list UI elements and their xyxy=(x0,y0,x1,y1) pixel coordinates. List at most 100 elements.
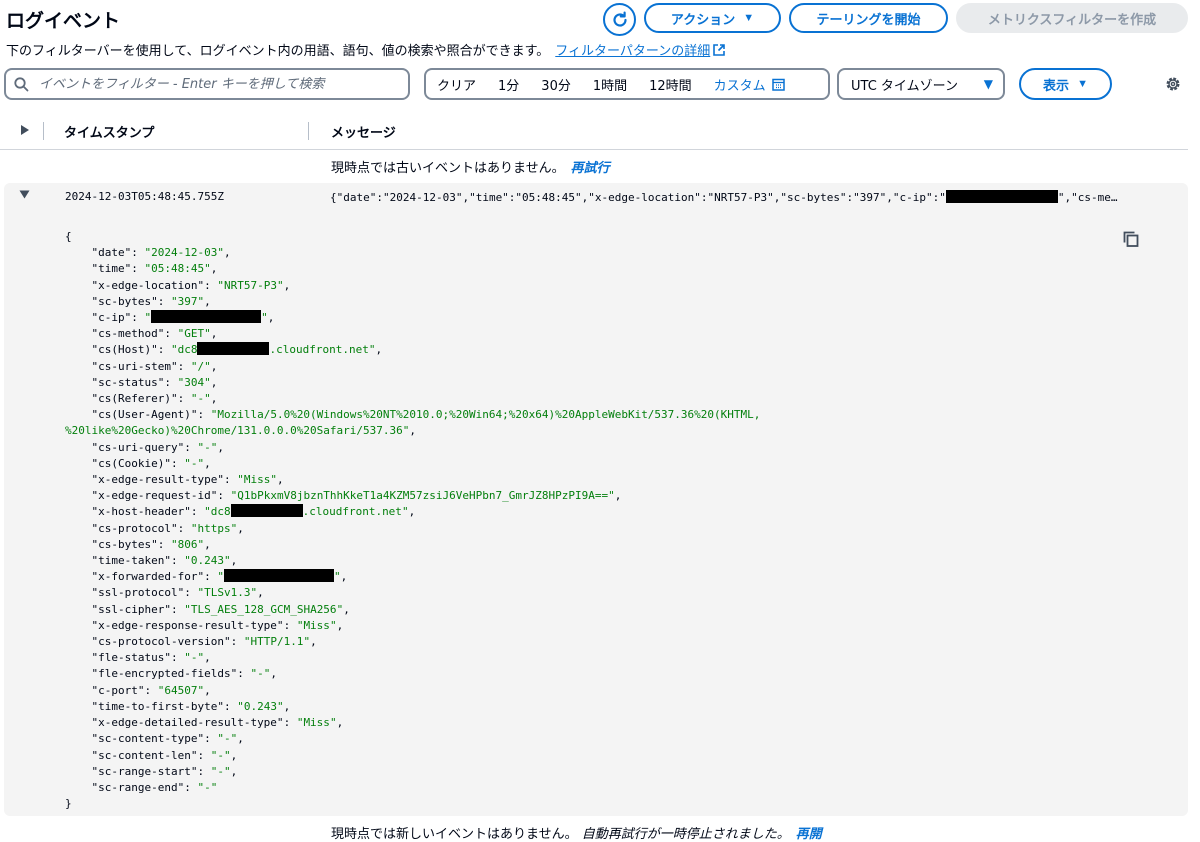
json-field: "cs(Host)": "dc8 .cloudfront.net", xyxy=(91,342,383,357)
json-key: "cs(User-Agent)" xyxy=(91,408,198,422)
json-field: "x-host-header": "dc8 .cloudfront.net", xyxy=(91,504,416,519)
json-field: "sc-range-end": "-" xyxy=(91,780,218,794)
range-clear[interactable]: クリア xyxy=(426,75,487,94)
json-key: "cs-method" xyxy=(91,327,165,341)
json-key: "x-host-header" xyxy=(91,505,191,519)
collapse-icon[interactable] xyxy=(19,190,30,199)
json-value: "-" xyxy=(184,456,205,470)
display-dropdown-button[interactable]: 表示 ▼ xyxy=(1019,68,1112,100)
refresh-button[interactable] xyxy=(603,3,636,36)
event-timestamp: 2024-12-03T05:48:45.755Z xyxy=(65,190,224,203)
json-value: " " xyxy=(144,310,268,325)
column-header-timestamp[interactable]: タイムスタンプ xyxy=(64,122,154,141)
json-value: " " xyxy=(217,569,341,584)
start-tailing-button[interactable]: テーリングを開始 xyxy=(789,3,948,33)
json-field: "c-ip": " ", xyxy=(91,310,275,325)
json-field: "sc-content-type": "-", xyxy=(91,732,244,746)
gear-icon[interactable] xyxy=(1164,75,1182,93)
json-field: "x-edge-detailed-result-type": "Miss", xyxy=(91,716,344,730)
json-field: "cs-protocol-version": "HTTP/1.1", xyxy=(91,635,317,649)
filter-events-field[interactable] xyxy=(4,68,410,100)
log-event-row[interactable]: 2024-12-03T05:48:45.755Z {"date":"2024-1… xyxy=(4,183,1188,816)
retry-link[interactable]: 再試行 xyxy=(571,161,610,176)
json-field: "time-to-first-byte": "0.243", xyxy=(91,699,291,713)
json-value: "-" xyxy=(190,392,211,406)
copy-icon[interactable] xyxy=(1122,230,1140,248)
range-custom-label: カスタム xyxy=(713,78,766,94)
json-key: "time" xyxy=(91,262,132,276)
json-key: "time-to-first-byte" xyxy=(91,699,224,713)
older-events-text: 現時点では古いイベントはありません。 xyxy=(331,161,565,176)
json-field: "date": "2024-12-03", xyxy=(91,246,231,260)
json-key: "fle-encrypted-fields" xyxy=(91,667,238,681)
actions-label: アクション xyxy=(670,11,736,27)
json-value: "-" xyxy=(197,780,218,794)
redaction-block xyxy=(230,504,303,518)
resume-link[interactable]: 再開 xyxy=(796,827,822,842)
newer-events-status: 現時点では新しいイベントはありません。 自動再試行が一時停止されました。 再開 xyxy=(331,823,822,842)
create-metric-filter-button[interactable]: メトリクスフィルターを作成 xyxy=(956,3,1188,33)
filter-pattern-link[interactable]: フィルターパターンの詳細 xyxy=(555,44,726,59)
json-key: "x-forwarded-for" xyxy=(91,570,205,584)
json-field: "c-port": "64507", xyxy=(91,683,211,697)
time-range-selector: クリア 1分 30分 1時間 12時間 カスタム xyxy=(424,68,830,100)
json-value: "-" xyxy=(210,748,231,762)
json-value: "TLS_AES_128_GCM_SHA256" xyxy=(184,602,344,616)
filter-events-input[interactable] xyxy=(37,75,408,93)
json-value: "GET" xyxy=(177,327,211,341)
json-key: "cs-uri-stem" xyxy=(91,359,178,373)
json-value: "/" xyxy=(190,359,211,373)
page-title: ログイベント xyxy=(6,10,121,32)
json-key: "fle-status" xyxy=(91,651,171,665)
redaction-block xyxy=(197,342,270,356)
json-key: "sc-range-end" xyxy=(91,780,185,794)
json-value: "-" xyxy=(217,732,238,746)
json-value: "Q1bPkxmV8jbznThhKkeT1a4KZM57zsiJ6VeHPbn… xyxy=(230,489,615,503)
expand-all-icon[interactable] xyxy=(20,124,30,136)
json-value: "806" xyxy=(170,537,205,551)
caret-down-icon: ▼ xyxy=(1077,78,1088,90)
description: 下のフィルターバーを使用して、ログイベント内の用語、語句、値の検索や照合ができま… xyxy=(6,40,726,59)
json-field: "cs(Referer)": "-", xyxy=(91,392,218,406)
column-divider[interactable] xyxy=(43,122,44,140)
json-field: "x-edge-result-type": "Miss", xyxy=(91,473,284,487)
json-key: "date" xyxy=(91,246,132,260)
json-value: "397" xyxy=(170,294,205,308)
json-field: "cs(Cookie)": "-", xyxy=(91,456,211,470)
json-value: "05:48:45" xyxy=(144,262,211,276)
json-field: "sc-bytes": "397", xyxy=(91,294,211,308)
json-key: "x-edge-detailed-result-type" xyxy=(91,716,284,730)
json-value: "Miss" xyxy=(296,618,337,632)
column-divider[interactable] xyxy=(308,122,309,140)
description-text: 下のフィルターバーを使用して、ログイベント内の用語、語句、値の検索や照合ができま… xyxy=(6,44,550,59)
redaction-block xyxy=(945,190,1058,203)
auto-retry-paused-text: 自動再試行が一時停止されました。 xyxy=(581,827,790,842)
json-field: "cs-uri-stem": "/", xyxy=(91,359,218,373)
json-field: "sc-range-start": "-", xyxy=(91,764,238,778)
json-key: "cs-bytes" xyxy=(91,537,158,551)
json-value: "Miss" xyxy=(296,716,337,730)
actions-dropdown-button[interactable]: アクション ▼ xyxy=(644,3,781,33)
range-1h[interactable]: 1時間 xyxy=(582,75,638,94)
event-summary-end: ","cs-me… xyxy=(1057,191,1118,204)
json-field: "x-forwarded-for": " ", xyxy=(91,569,348,584)
json-key: "c-port" xyxy=(91,683,145,697)
json-field: "cs-bytes": "806", xyxy=(91,537,211,551)
refresh-icon xyxy=(612,11,627,27)
range-12h[interactable]: 12時間 xyxy=(638,75,703,94)
caret-down-icon: ▼ xyxy=(743,12,755,24)
json-value: "304" xyxy=(177,375,211,389)
range-30m[interactable]: 30分 xyxy=(530,75,582,94)
range-1m[interactable]: 1分 xyxy=(487,75,530,94)
redaction-block xyxy=(223,569,334,583)
json-field: "fle-status": "-", xyxy=(91,651,211,665)
column-header-message[interactable]: メッセージ xyxy=(331,122,396,141)
timezone-select[interactable]: UTC タイムゾーン ▼ xyxy=(837,68,1005,100)
range-custom[interactable]: カスタム xyxy=(703,75,796,94)
json-field: "ssl-cipher": "TLS_AES_128_GCM_SHA256", xyxy=(91,602,350,616)
json-value: "TLSv1.3" xyxy=(197,586,258,600)
json-key: "ssl-protocol" xyxy=(91,586,185,600)
json-key: "sc-content-len" xyxy=(91,748,198,762)
json-value: "-" xyxy=(250,667,271,681)
json-value: "HTTP/1.1" xyxy=(243,635,311,649)
